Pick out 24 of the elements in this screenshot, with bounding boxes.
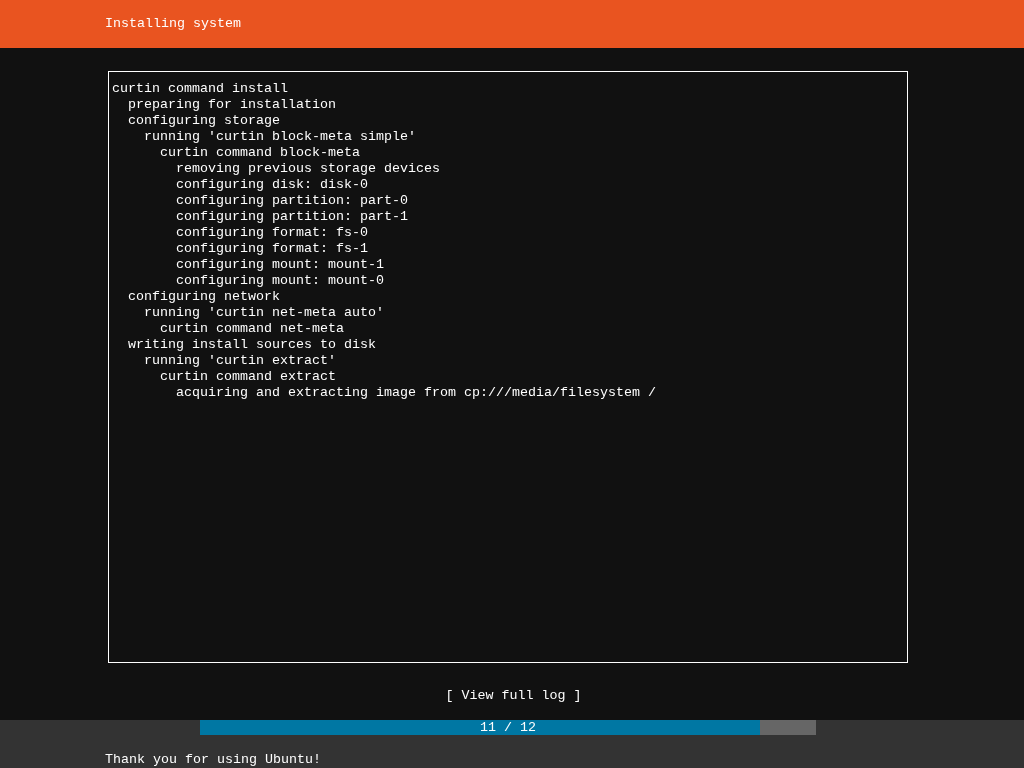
log-line: removing previous storage devices bbox=[176, 161, 441, 177]
log-line: curtin command net-meta bbox=[160, 321, 345, 337]
screen-title: Installing system bbox=[105, 16, 241, 32]
log-line: acquiring and extracting image from cp:///media/filesystem / bbox=[176, 385, 657, 401]
log-line: running 'curtin net-meta auto' bbox=[144, 305, 385, 321]
log-line: running 'curtin block-meta simple' bbox=[144, 129, 417, 145]
log-line: curtin command install bbox=[112, 81, 289, 97]
log-line: writing install sources to disk bbox=[128, 337, 377, 353]
view-full-log-button[interactable]: [ View full log ] bbox=[445, 688, 582, 704]
log-line: configuring network bbox=[128, 289, 281, 305]
log-line: running 'curtin extract' bbox=[144, 353, 337, 369]
log-line: configuring partition: part-0 bbox=[176, 193, 409, 209]
log-line: configuring partition: part-1 bbox=[176, 209, 409, 225]
log-line: configuring format: fs-1 bbox=[176, 241, 369, 257]
log-line: curtin command block-meta bbox=[160, 145, 361, 161]
log-line: configuring format: fs-0 bbox=[176, 225, 369, 241]
progress-reading: 11 / 12 bbox=[479, 720, 537, 736]
log-line: configuring mount: mount-0 bbox=[176, 273, 385, 289]
footer-message: Thank you for using Ubuntu! bbox=[105, 752, 322, 768]
log-line: preparing for installation bbox=[128, 97, 337, 113]
log-line: curtin command extract bbox=[160, 369, 337, 385]
log-line: configuring disk: disk-0 bbox=[176, 177, 369, 193]
log-line: configuring storage bbox=[128, 113, 281, 129]
log-line: configuring mount: mount-1 bbox=[176, 257, 385, 273]
